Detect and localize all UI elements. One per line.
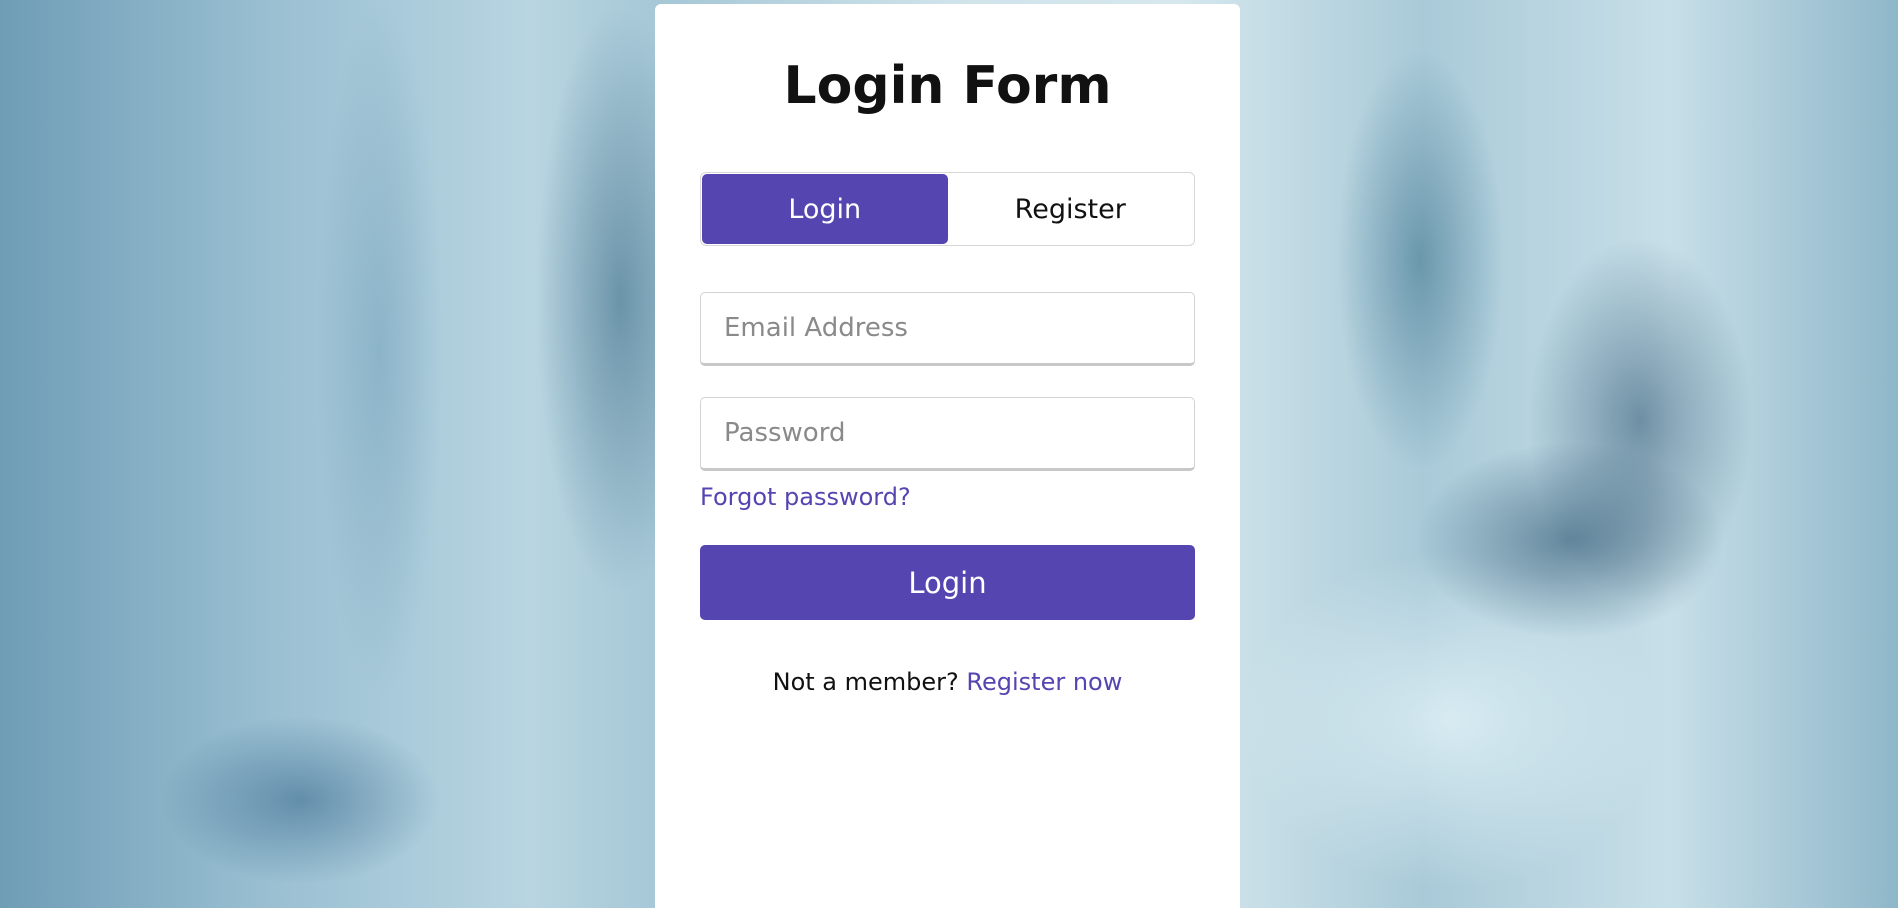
email-field[interactable] xyxy=(700,292,1195,366)
register-now-link[interactable]: Register now xyxy=(966,668,1122,696)
tab-switcher: Login Register xyxy=(700,172,1195,246)
login-card: Login Form Login Register Forgot passwor… xyxy=(655,4,1240,908)
signup-prompt-text: Not a member? xyxy=(772,668,967,696)
form-title: Login Form xyxy=(783,56,1112,116)
password-field[interactable] xyxy=(700,397,1195,471)
signup-prompt: Not a member? Register now xyxy=(655,668,1240,696)
tab-register[interactable]: Register xyxy=(947,174,1193,244)
login-button[interactable]: Login xyxy=(700,545,1195,620)
forgot-password-link[interactable]: Forgot password? xyxy=(700,483,911,511)
tab-login[interactable]: Login xyxy=(702,174,948,244)
